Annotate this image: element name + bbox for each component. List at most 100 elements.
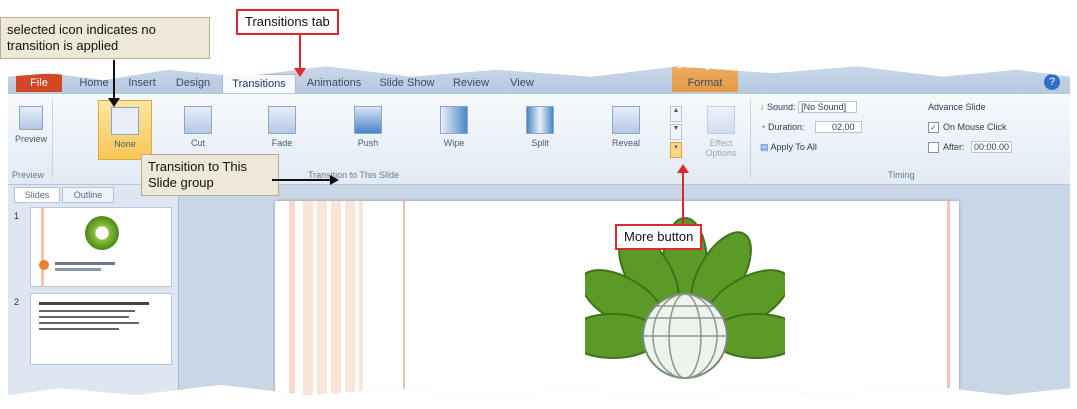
on-mouse-click-checkbox[interactable]: ✓ On Mouse Click: [928, 122, 1007, 134]
slide-stripe: [947, 201, 950, 399]
thumb-text-line: [39, 322, 139, 324]
transition-cut[interactable]: Cut: [172, 100, 224, 158]
arrow-head-icon: [677, 164, 689, 173]
transition-push[interactable]: Push: [342, 100, 394, 158]
on-click-label: On Mouse Click: [943, 122, 1007, 132]
sound-row: ♪ Sound: [No Sound]: [760, 101, 858, 113]
duration-row: ◔ Duration: 02.00: [760, 121, 862, 133]
contextual-tab-label: Drawing Tools: [676, 60, 734, 70]
cut-transition-icon: [184, 106, 212, 134]
arrow-head-icon: [330, 175, 339, 185]
transition-fade[interactable]: Fade: [256, 100, 308, 158]
transition-label: Split: [531, 138, 549, 148]
callout-transition-group: Transition to This Slide group: [141, 154, 279, 196]
thumb-text-line: [55, 268, 101, 271]
tab-design[interactable]: Design: [168, 74, 218, 92]
effect-options-button[interactable]: Effect Options: [698, 100, 744, 158]
preview-label: Preview: [14, 134, 47, 144]
apply-to-all-button[interactable]: ▤ Apply To All: [760, 142, 817, 153]
transition-reveal[interactable]: Reveal: [600, 100, 652, 158]
thumb-text-line: [39, 328, 119, 330]
transition-split[interactable]: Split: [514, 100, 566, 158]
flower-graphic: [85, 216, 119, 250]
thumb-text-line: [55, 262, 115, 265]
slide-stripes: [303, 201, 363, 399]
tab-file[interactable]: File: [16, 74, 62, 92]
checkbox-unchecked-icon: [928, 142, 939, 154]
transition-none[interactable]: None: [98, 100, 152, 160]
callout-more-button: More button: [615, 224, 703, 250]
effect-options-icon: [707, 106, 735, 134]
thumb-stripe: [41, 208, 44, 286]
slide-number: 1: [14, 211, 20, 221]
transition-wipe[interactable]: Wipe: [428, 100, 480, 158]
slide-stripe: [403, 201, 405, 399]
preview-icon: [19, 106, 43, 130]
callout-pointer-line: [113, 60, 115, 100]
tab-outline[interactable]: Outline: [62, 187, 114, 203]
transition-label: Wipe: [443, 138, 465, 148]
callout-pointer-line: [299, 35, 301, 71]
sound-icon: ♪: [760, 102, 765, 112]
apply-all-label: Apply To All: [770, 142, 817, 152]
wipe-transition-icon: [440, 106, 468, 134]
slides-pane: Slides Outline 1 2: [8, 185, 179, 399]
slide-number: 2: [14, 297, 20, 307]
help-icon[interactable]: ?: [1044, 74, 1060, 90]
none-transition-icon: [111, 107, 139, 135]
fade-transition-icon: [268, 106, 296, 134]
reveal-transition-icon: [612, 106, 640, 134]
effect-options-label: Effect Options: [705, 138, 737, 158]
transition-label: Fade: [271, 138, 293, 148]
duration-input[interactable]: 02.00: [815, 121, 862, 133]
sound-label: Sound:: [767, 102, 796, 112]
tab-animations[interactable]: Animations: [300, 74, 368, 92]
apply-all-icon: ▤: [760, 142, 769, 152]
callout-selected-icon: selected icon indicates no transition is…: [0, 17, 210, 59]
gallery-more-button[interactable]: ▾: [670, 142, 682, 158]
callout-pointer-line: [272, 179, 332, 181]
duration-label: Duration:: [767, 122, 805, 132]
sound-select[interactable]: [No Sound]: [798, 101, 858, 113]
tab-insert[interactable]: Insert: [120, 74, 164, 92]
gallery-scroll-up[interactable]: ▲: [670, 106, 682, 122]
arrow-head-icon: [294, 68, 306, 77]
after-input[interactable]: 00:00.00: [971, 141, 1013, 153]
clock-icon: ◔: [760, 122, 766, 132]
slide-editing-area: [179, 185, 1070, 399]
gallery-scroll-down[interactable]: ▼: [670, 124, 682, 140]
transition-label: Cut: [190, 138, 205, 148]
preview-group-label: Preview: [12, 170, 45, 180]
slide-thumbnail-2[interactable]: [30, 293, 172, 365]
tab-slides[interactable]: Slides: [14, 187, 60, 203]
slide-thumbnail-1[interactable]: [30, 207, 172, 287]
arrow-head-icon: [108, 98, 120, 107]
transition-label: None: [114, 139, 136, 149]
tab-home[interactable]: Home: [72, 74, 116, 92]
tab-view[interactable]: View: [502, 74, 542, 92]
advance-slide-label: Advance Slide: [928, 102, 986, 112]
thumb-text-line: [39, 302, 149, 305]
callout-transitions-tab: Transitions tab: [236, 9, 339, 35]
group-separator: [52, 100, 53, 178]
tab-review[interactable]: Review: [446, 74, 496, 92]
slide-stripe: [289, 201, 295, 399]
powerpoint-window: File Home Insert Design Transitions Anim…: [8, 60, 1070, 399]
timing-group-label: Timing: [888, 170, 915, 180]
after-label: After:: [943, 142, 965, 152]
after-checkbox[interactable]: After: 00:00.00: [928, 141, 1013, 154]
preview-button[interactable]: Preview: [14, 100, 48, 158]
group-separator: [750, 100, 751, 178]
push-transition-icon: [354, 106, 382, 134]
thumb-text-line: [39, 316, 129, 318]
ribbon-tab-bar: File Home Insert Design Transitions Anim…: [8, 60, 1070, 94]
tab-transitions[interactable]: Transitions: [222, 74, 296, 93]
transition-label: Reveal: [611, 138, 640, 148]
thumb-text-line: [39, 310, 135, 312]
callout-pointer-line: [682, 172, 684, 224]
orange-dot: [39, 260, 49, 270]
checkbox-checked-icon: ✓: [928, 122, 939, 134]
tab-slide-show[interactable]: Slide Show: [374, 74, 440, 92]
tab-format[interactable]: Format: [680, 74, 730, 92]
split-transition-icon: [526, 106, 554, 134]
